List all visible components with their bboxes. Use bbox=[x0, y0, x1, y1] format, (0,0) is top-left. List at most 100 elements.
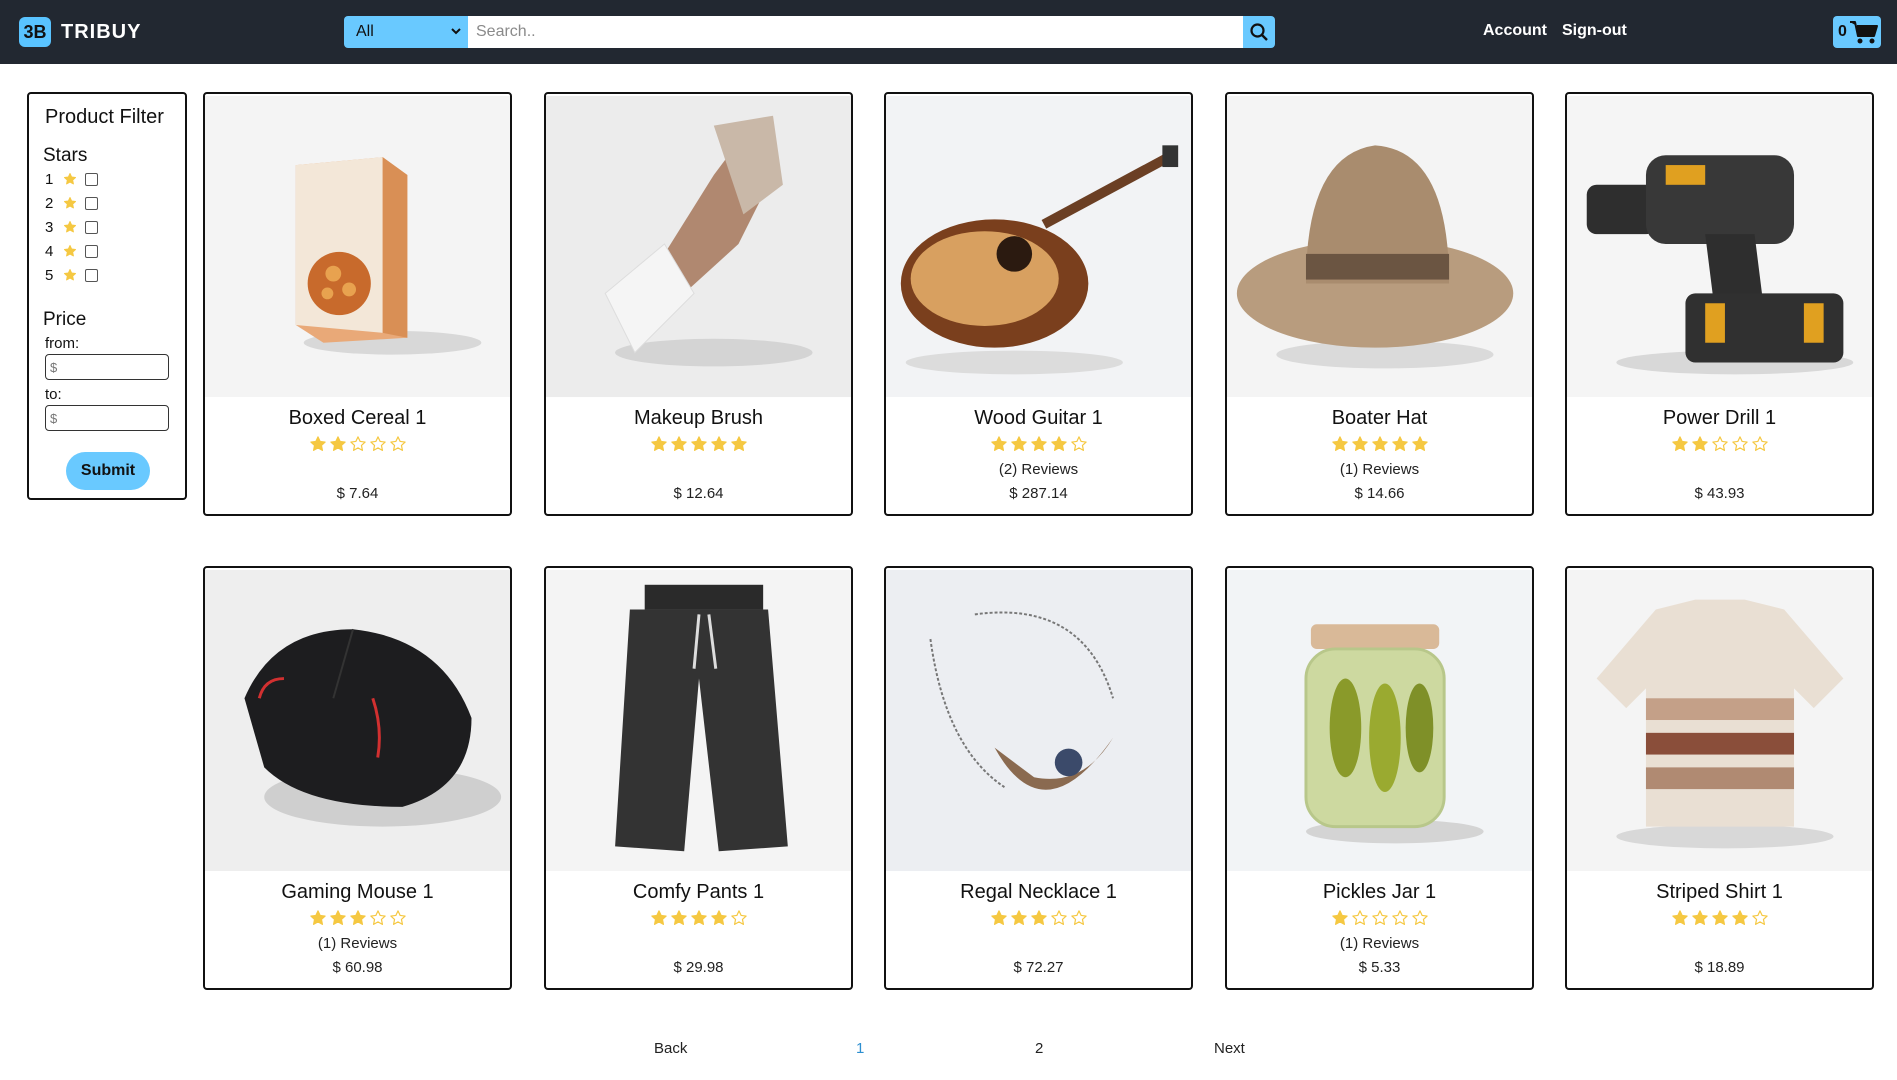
product-rating bbox=[205, 909, 510, 929]
product-name[interactable]: Striped Shirt 1 bbox=[1567, 881, 1872, 907]
star-empty-icon bbox=[369, 435, 387, 455]
star-empty-icon bbox=[389, 435, 407, 455]
product-rating bbox=[1227, 909, 1532, 929]
star-filter-number: 4 bbox=[45, 242, 54, 260]
star-filter-option[interactable]: 3 bbox=[45, 215, 185, 239]
star-filled-icon bbox=[650, 909, 668, 929]
product-name[interactable]: Gaming Mouse 1 bbox=[205, 881, 510, 907]
star-icon bbox=[63, 196, 77, 210]
star-empty-icon bbox=[349, 435, 367, 455]
product-card[interactable]: Power Drill 1 $ 43.93 bbox=[1565, 92, 1874, 516]
product-name[interactable]: Boater Hat bbox=[1227, 407, 1532, 433]
star-filter-option[interactable]: 1 bbox=[45, 167, 185, 191]
search-input[interactable] bbox=[468, 16, 1243, 48]
product-card[interactable]: Gaming Mouse 1 (1) Reviews $ 60.98 bbox=[203, 566, 512, 990]
star-empty-icon bbox=[1711, 435, 1729, 455]
pagination-next[interactable]: Next bbox=[1214, 1040, 1245, 1057]
star-filled-icon bbox=[650, 435, 668, 455]
product-image-makeup-brush bbox=[546, 95, 851, 398]
product-image-pickle-jar bbox=[1227, 569, 1532, 872]
star-filter-option[interactable]: 2 bbox=[45, 191, 185, 215]
star-filled-icon bbox=[1030, 909, 1048, 929]
cart-button[interactable]: 0 bbox=[1833, 16, 1881, 48]
star-filter-checkbox[interactable] bbox=[85, 172, 98, 186]
product-name[interactable]: Pickles Jar 1 bbox=[1227, 881, 1532, 907]
star-filled-icon bbox=[1671, 435, 1689, 455]
product-card[interactable]: Striped Shirt 1 $ 18.89 bbox=[1565, 566, 1874, 990]
star-empty-icon bbox=[1070, 435, 1088, 455]
star-filled-icon bbox=[1411, 435, 1429, 455]
product-name[interactable]: Makeup Brush bbox=[546, 407, 851, 433]
pagination-page-1[interactable]: 1 bbox=[856, 1040, 864, 1057]
product-reviews[interactable] bbox=[1567, 459, 1872, 481]
product-reviews[interactable] bbox=[546, 459, 851, 481]
price-to-input[interactable] bbox=[45, 405, 169, 431]
brand-logo[interactable]: 3B TRIBUY bbox=[19, 17, 141, 47]
star-filter-checkbox[interactable] bbox=[85, 196, 98, 210]
star-filled-icon bbox=[349, 909, 367, 929]
product-card[interactable]: Comfy Pants 1 $ 29.98 bbox=[544, 566, 853, 990]
account-link[interactable]: Account bbox=[1483, 22, 1547, 40]
star-empty-icon bbox=[1351, 909, 1369, 929]
product-price: $ 18.89 bbox=[1694, 959, 1745, 976]
product-rating bbox=[1227, 435, 1532, 455]
star-empty-icon bbox=[1070, 909, 1088, 929]
signout-link[interactable]: Sign-out bbox=[1562, 22, 1627, 40]
product-name[interactable]: Regal Necklace 1 bbox=[886, 881, 1191, 907]
product-price: $ 287.14 bbox=[1009, 485, 1068, 502]
product-card[interactable]: Boater Hat (1) Reviews $ 14.66 bbox=[1225, 92, 1534, 516]
product-reviews[interactable] bbox=[205, 459, 510, 481]
star-icon bbox=[63, 172, 77, 186]
product-reviews[interactable]: (1) Reviews bbox=[205, 933, 510, 955]
product-card[interactable]: Makeup Brush $ 12.64 bbox=[544, 92, 853, 516]
product-rating bbox=[1567, 909, 1872, 929]
star-filter-option[interactable]: 4 bbox=[45, 239, 185, 263]
product-card[interactable]: Pickles Jar 1 (1) Reviews $ 5.33 bbox=[1225, 566, 1534, 990]
category-select[interactable]: All bbox=[344, 16, 468, 48]
product-name[interactable]: Power Drill 1 bbox=[1567, 407, 1872, 433]
product-price: $ 14.66 bbox=[1354, 485, 1405, 502]
stars-heading: Stars bbox=[43, 145, 88, 166]
star-filled-icon bbox=[730, 435, 748, 455]
shopping-cart-icon bbox=[1849, 21, 1878, 44]
product-name[interactable]: Wood Guitar 1 bbox=[886, 407, 1191, 433]
star-filled-icon bbox=[309, 909, 327, 929]
star-empty-icon bbox=[1391, 909, 1409, 929]
product-reviews[interactable]: (1) Reviews bbox=[1227, 933, 1532, 955]
star-filter-number: 5 bbox=[45, 266, 54, 284]
product-name[interactable]: Comfy Pants 1 bbox=[546, 881, 851, 907]
product-reviews[interactable] bbox=[886, 933, 1191, 955]
product-reviews[interactable] bbox=[546, 933, 851, 955]
pagination-page-2[interactable]: 2 bbox=[1035, 1040, 1043, 1057]
star-icon bbox=[63, 220, 77, 234]
star-empty-icon bbox=[1050, 909, 1068, 929]
search-button[interactable] bbox=[1243, 16, 1275, 48]
star-filter-checkbox[interactable] bbox=[85, 220, 98, 234]
product-card[interactable]: Boxed Cereal 1 $ 7.64 bbox=[203, 92, 512, 516]
star-empty-icon bbox=[369, 909, 387, 929]
product-card[interactable]: Regal Necklace 1 $ 72.27 bbox=[884, 566, 1193, 990]
star-filter-checkbox[interactable] bbox=[85, 244, 98, 258]
product-price: $ 29.98 bbox=[673, 959, 724, 976]
star-empty-icon bbox=[1411, 909, 1429, 929]
star-filled-icon bbox=[1351, 435, 1369, 455]
star-filter-option[interactable]: 5 bbox=[45, 263, 185, 287]
product-reviews[interactable]: (2) Reviews bbox=[886, 459, 1191, 481]
pagination-back[interactable]: Back bbox=[654, 1040, 687, 1057]
product-name[interactable]: Boxed Cereal 1 bbox=[205, 407, 510, 433]
star-filled-icon bbox=[1391, 435, 1409, 455]
product-image-hat bbox=[1227, 95, 1532, 398]
search-icon bbox=[1250, 23, 1268, 41]
star-filled-icon bbox=[329, 435, 347, 455]
star-filled-icon bbox=[990, 435, 1008, 455]
product-price: $ 43.93 bbox=[1694, 485, 1745, 502]
price-from-input[interactable] bbox=[45, 354, 169, 380]
product-reviews[interactable] bbox=[1567, 933, 1872, 955]
product-price: $ 5.33 bbox=[1358, 959, 1401, 976]
submit-button[interactable]: Submit bbox=[66, 452, 150, 490]
star-filter-number: 3 bbox=[45, 218, 54, 236]
star-empty-icon bbox=[1751, 909, 1769, 929]
star-filter-checkbox[interactable] bbox=[85, 268, 98, 282]
product-reviews[interactable]: (1) Reviews bbox=[1227, 459, 1532, 481]
product-card[interactable]: Wood Guitar 1 (2) Reviews $ 287.14 bbox=[884, 92, 1193, 516]
